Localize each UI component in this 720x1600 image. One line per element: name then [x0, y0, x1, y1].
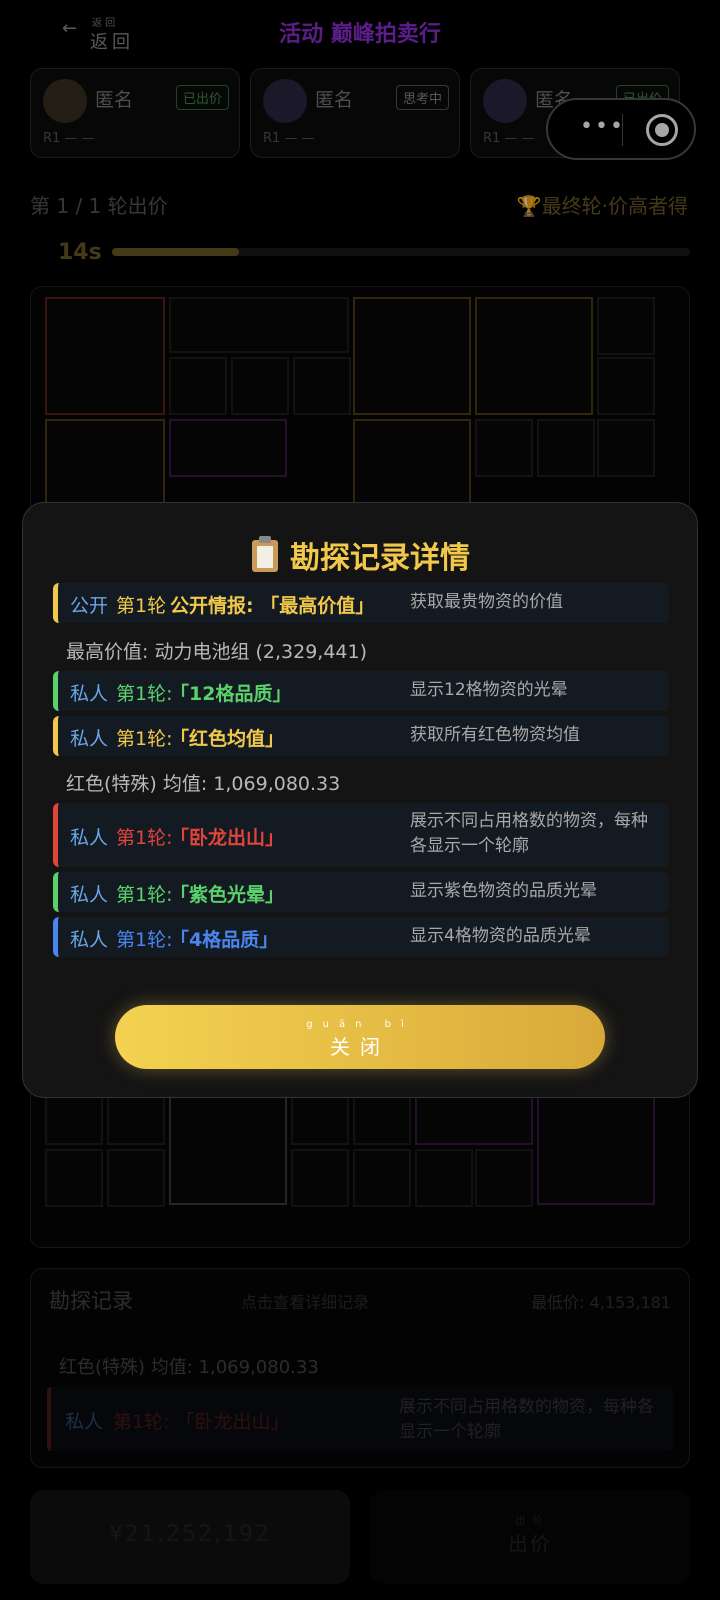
- record-ability: 「紫色光晕」: [170, 884, 285, 906]
- record-note: 红色(特殊) 均值: 1,069,080.33: [66, 773, 341, 795]
- record-ability: 「红色均值」: [170, 728, 285, 750]
- record-ability: 「卧龙出山」: [170, 827, 285, 849]
- record-scope: 私人: [70, 683, 109, 705]
- record-description: 显示12格物资的光晕: [410, 680, 568, 700]
- record-round: 第1轮:: [116, 929, 173, 951]
- record-round: 第1轮:: [116, 728, 173, 750]
- record-ability: 公开情报: 「最高价值」: [170, 595, 375, 617]
- close-button[interactable]: guān bì 关闭: [115, 1005, 605, 1069]
- record-description: 显示紫色物资的品质光晕: [410, 881, 597, 901]
- record-item: 私人 第1轮: 「4格品质」 显示4格物资的品质光晕: [53, 917, 669, 957]
- record-round: 第1轮:: [116, 683, 173, 705]
- record-round: 第1轮:: [116, 884, 173, 906]
- modal-title: 勘探记录详情: [23, 533, 699, 577]
- close-label: 关闭: [330, 1035, 390, 1059]
- record-description: 展示不同占用格数的物资，每种各显示一个轮廓: [410, 811, 648, 856]
- record-scope: 私人: [70, 827, 109, 849]
- record-scope: 私人: [70, 728, 109, 750]
- record-ability: 「12格品质」: [170, 683, 292, 705]
- record-scope: 公开: [70, 595, 109, 617]
- record-note: 最高价值: 动力电池组 (2,329,441): [66, 641, 368, 663]
- clipboard-icon: [252, 536, 278, 572]
- record-detail-modal: 勘探记录详情 公开 第1轮 公开情报: 「最高价值」 获取最贵物资的价值 最高价…: [22, 502, 698, 1098]
- record-scope: 私人: [70, 884, 109, 906]
- close-ruby: guān bì: [306, 1019, 414, 1030]
- modal-title-text: 勘探记录详情: [290, 541, 470, 576]
- record-ability: 「4格品质」: [170, 929, 279, 951]
- record-description: 获取最贵物资的价值: [410, 592, 563, 612]
- record-round: 第1轮: [116, 595, 167, 617]
- record-description: 显示4格物资的品质光晕: [410, 926, 591, 946]
- record-round: 第1轮:: [116, 827, 173, 849]
- record-item: 私人 第1轮: 「紫色光晕」 显示紫色物资的品质光晕: [53, 872, 669, 912]
- record-scope: 私人: [70, 929, 109, 951]
- record-description: 获取所有红色物资均值: [410, 725, 580, 745]
- record-item: 私人 第1轮: 「12格品质」 显示12格物资的光晕: [53, 671, 669, 711]
- record-item: 公开 第1轮 公开情报: 「最高价值」 获取最贵物资的价值: [53, 583, 669, 623]
- record-item: 私人 第1轮: 「卧龙出山」 展示不同占用格数的物资，每种各显示一个轮廓: [53, 803, 669, 867]
- record-item: 私人 第1轮: 「红色均值」 获取所有红色物资均值: [53, 716, 669, 756]
